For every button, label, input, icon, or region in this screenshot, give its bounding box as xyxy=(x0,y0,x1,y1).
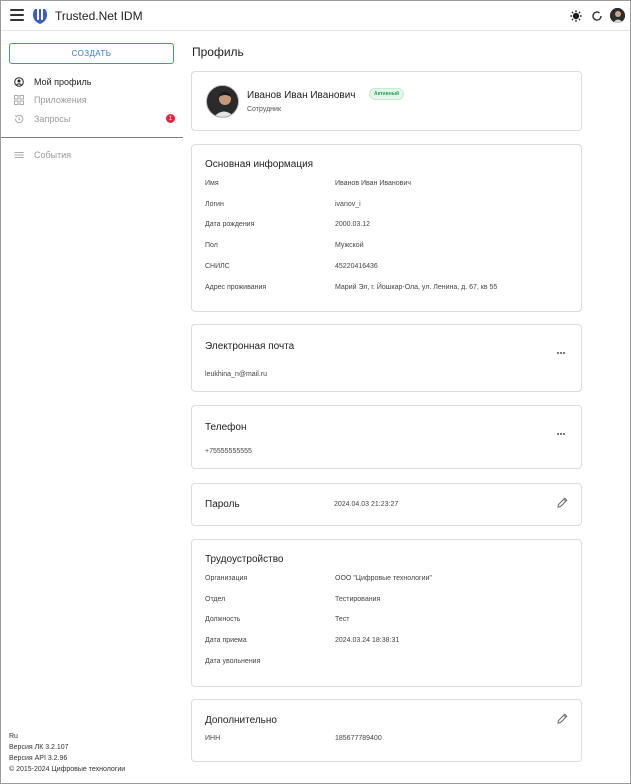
card-title: Пароль xyxy=(205,499,240,510)
user-circle-icon xyxy=(14,77,24,87)
field-label: Организация xyxy=(205,575,248,582)
copyright: © 2015-2024 Цифровые технологии xyxy=(9,766,126,773)
additional-card: Дополнительно ИНН 185677789400 xyxy=(191,699,582,762)
field-label: Имя xyxy=(205,180,219,187)
requests-count-badge: 1 xyxy=(166,114,175,123)
language-switch[interactable]: Ru xyxy=(9,731,125,742)
basic-info-card: Основная информация Имя Иванов Иван Иван… xyxy=(191,144,582,312)
user-full-name: Иванов Иван Иванович xyxy=(247,90,356,101)
field-value: 185677789400 xyxy=(335,735,382,742)
field-value: 2024.03.24 18:38:31 xyxy=(335,637,400,644)
edit-pencil-icon[interactable] xyxy=(557,497,568,508)
card-title: Основная информация xyxy=(205,159,314,170)
field-label: Логин xyxy=(205,201,224,208)
version-lk: Версия ЛК 3.2.107 xyxy=(9,744,69,751)
card-title: Электронная почта xyxy=(205,341,295,352)
email-card: Электронная почта leukhina_n@mail.ru xyxy=(191,324,582,392)
password-card: Пароль 2024.04.03 21:23:27 xyxy=(191,483,582,526)
field-label: Должность xyxy=(205,616,241,623)
email-value: leukhina_n@mail.ru xyxy=(205,371,267,378)
app-title: Trusted.Net IDM xyxy=(55,9,143,23)
sidebar-item-events[interactable]: События xyxy=(1,146,183,164)
status-badge: Активный xyxy=(369,88,405,100)
history-icon xyxy=(14,114,24,124)
create-button[interactable]: СОЗДАТЬ xyxy=(9,43,174,64)
sidebar-item-requests[interactable]: Запросы 1 xyxy=(1,110,183,128)
sidebar-divider xyxy=(1,137,183,138)
sync-icon[interactable] xyxy=(591,10,603,22)
edit-pencil-icon[interactable] xyxy=(557,713,568,724)
sidebar-item-label: Запросы xyxy=(34,114,71,124)
app-logo-icon[interactable] xyxy=(33,7,47,25)
password-changed-date: 2024.04.03 21:23:27 xyxy=(334,501,399,508)
phone-value: +75555555555 xyxy=(205,448,252,455)
field-value: ivanov_i xyxy=(335,201,361,208)
sidebar-item-my-profile[interactable]: Мой профиль xyxy=(1,73,183,91)
version-api: Версия API 3.2.96 xyxy=(9,755,68,762)
field-label: Пол xyxy=(205,242,218,249)
field-value: Мужской xyxy=(335,242,364,249)
list-icon xyxy=(14,152,24,158)
field-value: Иванов Иван Иванович xyxy=(335,180,411,187)
employment-card: Трудоустройство Организация ООО "Цифровы… xyxy=(191,539,582,687)
sidebar-footer: Ru Версия ЛК 3.2.107 Версия API 3.2.96 ©… xyxy=(9,731,125,775)
card-title: Трудоустройство xyxy=(205,554,284,565)
field-label: Дата увольнения xyxy=(205,658,261,665)
apps-grid-icon xyxy=(14,95,24,105)
field-value: 45220416436 xyxy=(335,263,378,270)
field-label: Адрес проживания xyxy=(205,284,267,291)
field-label: Дата приема xyxy=(205,637,247,644)
sidebar: СОЗДАТЬ Мой профиль Приложения Запросы 1 xyxy=(1,31,183,783)
field-value: Тестирования xyxy=(335,596,381,603)
sidebar-item-label: События xyxy=(34,150,72,160)
sidebar-item-applications[interactable]: Приложения xyxy=(1,91,183,109)
card-title: Телефон xyxy=(205,422,247,433)
field-value: ООО "Цифровые технологии" xyxy=(335,575,432,582)
user-avatar[interactable] xyxy=(610,8,625,23)
sidebar-item-label: Приложения xyxy=(34,95,87,105)
sidebar-item-label: Мой профиль xyxy=(34,77,92,87)
field-label: ИНН xyxy=(205,735,221,742)
field-value: Марий Эл, г. Йошкар-Ола, ул. Ленина, д. … xyxy=(335,284,498,291)
menu-icon[interactable] xyxy=(10,9,24,23)
field-value: 2000.03.12 xyxy=(335,221,371,228)
more-options-icon[interactable] xyxy=(557,422,567,435)
field-label: Отдел xyxy=(205,596,226,603)
field-value: Тест xyxy=(335,616,350,623)
field-label: Дата рождения xyxy=(205,221,255,228)
theme-toggle-icon[interactable] xyxy=(570,10,582,22)
phone-card: Телефон +75555555555 xyxy=(191,405,582,469)
user-role: Сотрудник xyxy=(247,106,282,113)
avatar-photo-icon xyxy=(207,86,238,117)
top-bar: Trusted.Net IDM xyxy=(1,1,630,31)
avatar-photo-icon xyxy=(610,8,625,23)
field-label: СНИЛС xyxy=(205,263,230,270)
avatar[interactable] xyxy=(206,85,239,118)
profile-card: Иванов Иван Иванович Активный Сотрудник xyxy=(191,71,582,131)
page-title: Профиль xyxy=(192,45,244,59)
card-title: Дополнительно xyxy=(205,715,277,726)
more-options-icon[interactable] xyxy=(557,341,567,354)
